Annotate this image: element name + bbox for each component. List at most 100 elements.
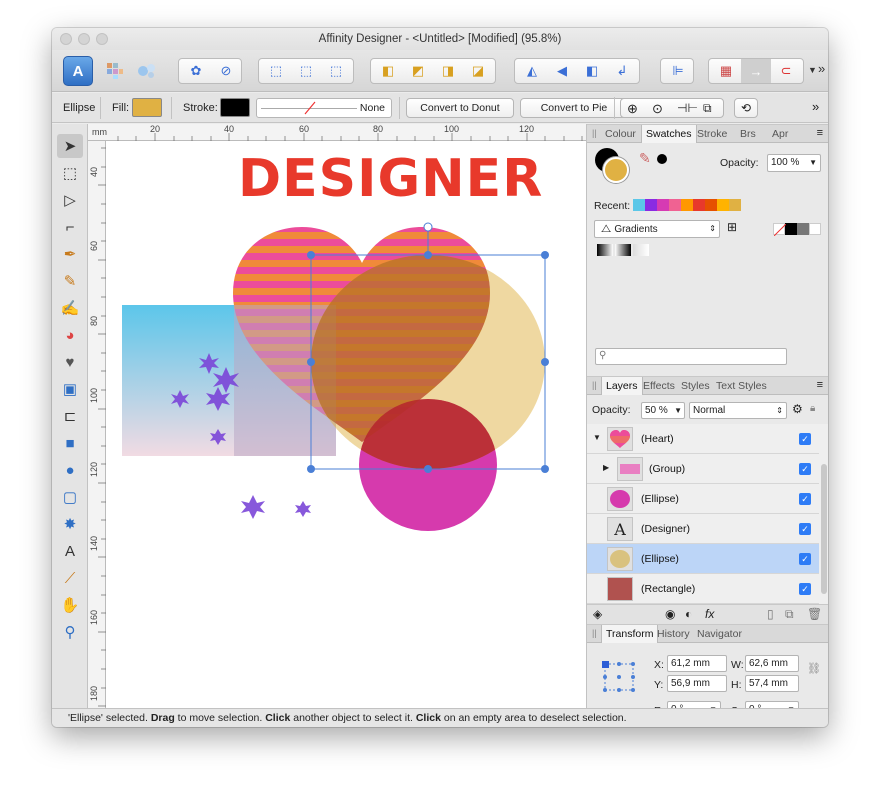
layer-row[interactable]: (Rectangle) ✓ bbox=[587, 574, 819, 604]
recent-color-swatch[interactable] bbox=[693, 199, 705, 211]
layer-row-selected[interactable]: (Ellipse) ✓ bbox=[587, 544, 819, 574]
rotate-selection-icon[interactable]: ⟲ bbox=[734, 98, 758, 118]
recent-color-swatch[interactable] bbox=[705, 199, 717, 211]
transform-origin-icon[interactable]: ⊕ bbox=[627, 101, 638, 117]
align-icon[interactable]: ⊫ bbox=[663, 59, 693, 83]
snapping-arrow-icon[interactable]: → bbox=[741, 59, 771, 83]
layer-visibility-checkbox[interactable]: ✓ bbox=[799, 433, 811, 445]
flip-vertical-icon[interactable]: ◀ bbox=[547, 59, 577, 83]
layer-visibility-checkbox[interactable]: ✓ bbox=[799, 463, 811, 475]
crop-tool-icon[interactable]: ⊏ bbox=[57, 404, 83, 428]
move-to-back-icon[interactable]: ◧ bbox=[373, 59, 403, 83]
zoom-tool-icon[interactable]: ⚲ bbox=[57, 620, 83, 644]
swatch-opacity-field[interactable]: 100 % ▼ bbox=[767, 154, 821, 172]
assistant-icon[interactable]: ✿ bbox=[181, 59, 211, 83]
gradient-swatches[interactable] bbox=[597, 244, 649, 256]
tab-brushes[interactable]: Brs bbox=[736, 125, 760, 143]
layers-stack-icon[interactable]: ◈ bbox=[593, 607, 602, 621]
height-field[interactable]: 57,4 mm bbox=[745, 675, 799, 692]
link-proportions-icon[interactable]: ⛓ bbox=[807, 662, 821, 675]
layer-visibility-checkbox[interactable]: ✓ bbox=[799, 523, 811, 535]
pixel-persona-icon[interactable] bbox=[106, 62, 124, 80]
hand-tool-icon[interactable]: ✋ bbox=[57, 593, 83, 617]
star-tool-icon[interactable]: ✸ bbox=[57, 512, 83, 536]
flip-horizontal-icon[interactable]: ◭ bbox=[517, 59, 547, 83]
fill-stroke-well[interactable] bbox=[595, 148, 635, 184]
view-icon[interactable]: ⊙ bbox=[652, 101, 663, 117]
tab-history[interactable]: History bbox=[653, 625, 694, 643]
tab-swatches[interactable]: Swatches bbox=[641, 125, 697, 143]
fx-icon[interactable]: fx bbox=[705, 607, 714, 621]
convert-to-pie-button[interactable]: Convert to Pie bbox=[520, 98, 628, 118]
recent-color-swatch[interactable] bbox=[669, 199, 681, 211]
tab-layers[interactable]: Layers bbox=[601, 377, 643, 395]
recent-color-swatch[interactable] bbox=[717, 199, 729, 211]
expand-triangle-icon[interactable]: ▶ bbox=[603, 463, 609, 472]
adjustment-icon[interactable]: ◐ bbox=[685, 607, 692, 621]
trash-icon[interactable]: 🗑︎ bbox=[807, 607, 822, 621]
layer-row[interactable]: ▼ (Heart) ✓ bbox=[587, 424, 819, 454]
width-field[interactable]: 62,6 mm bbox=[745, 655, 799, 672]
node-tool-icon[interactable]: ▷ bbox=[57, 188, 83, 212]
rectangle-tool-icon[interactable]: ■ bbox=[57, 431, 83, 455]
tab-effects[interactable]: Effects bbox=[639, 377, 679, 395]
transparency-tool-icon[interactable]: ♥ bbox=[57, 350, 83, 374]
duplicate-layer-icon[interactable]: ⧉ bbox=[785, 607, 794, 622]
rotate-right-icon[interactable]: ↲ bbox=[607, 59, 637, 83]
artboard-tool-icon[interactable]: ⬚ bbox=[57, 161, 83, 185]
insert-behind-icon[interactable]: ⬚ bbox=[291, 59, 321, 83]
move-forward-icon[interactable]: ◨ bbox=[433, 59, 463, 83]
tab-appearance[interactable]: Apr bbox=[768, 125, 792, 143]
fill-tool-icon[interactable]: ◕ bbox=[57, 323, 83, 347]
stroke-color-swatch[interactable] bbox=[220, 98, 250, 117]
distribute-icon[interactable]: ⊣⊢ bbox=[677, 101, 698, 115]
rounded-rectangle-tool-icon[interactable]: ▢ bbox=[57, 485, 83, 509]
convert-to-donut-button[interactable]: Convert to Donut bbox=[406, 98, 514, 118]
eyedropper-icon[interactable]: ✎ bbox=[639, 150, 651, 167]
zoom-window-button[interactable] bbox=[96, 33, 108, 45]
snapping-magnet-icon[interactable]: ⊂ bbox=[771, 59, 801, 83]
layer-row[interactable]: (Ellipse) ✓ bbox=[587, 484, 819, 514]
layer-row[interactable]: ▶ (Group) ✓ bbox=[587, 454, 819, 484]
snapping-icon[interactable]: ⊘ bbox=[211, 59, 241, 83]
insert-inside-icon[interactable]: ⬚ bbox=[261, 59, 291, 83]
transform-object-icon[interactable]: ⬚ bbox=[321, 59, 351, 83]
panel-menu-icon[interactable]: ≡ bbox=[817, 379, 823, 391]
move-to-front-icon[interactable]: ◪ bbox=[463, 59, 493, 83]
pencil-tool-icon[interactable]: ✎ bbox=[57, 269, 83, 293]
move-back-icon[interactable]: ◩ bbox=[403, 59, 433, 83]
tab-styles[interactable]: Styles bbox=[677, 377, 714, 395]
layer-settings-icon[interactable]: ⚙ bbox=[792, 402, 803, 416]
minimize-window-button[interactable] bbox=[78, 33, 90, 45]
close-window-button[interactable] bbox=[60, 33, 72, 45]
recent-color-swatch[interactable] bbox=[633, 199, 645, 211]
mask-icon[interactable]: ◉ bbox=[665, 607, 675, 621]
swatch-search-input[interactable]: ⚲ bbox=[595, 348, 787, 365]
ellipse-tool-icon[interactable]: ● bbox=[57, 458, 83, 482]
recent-color-swatch[interactable] bbox=[681, 199, 693, 211]
layer-visibility-checkbox[interactable]: ✓ bbox=[799, 553, 811, 565]
tab-stroke[interactable]: Stroke bbox=[693, 125, 731, 143]
fill-color-swatch[interactable] bbox=[132, 98, 162, 117]
layer-opacity-field[interactable]: 50 % ▼ bbox=[641, 402, 685, 419]
tab-colour[interactable]: Colour bbox=[601, 125, 640, 143]
text-tool-icon[interactable]: A bbox=[57, 539, 83, 563]
palette-options-icon[interactable]: ⊞ bbox=[727, 220, 737, 234]
selection-box-icon[interactable]: ⧉ bbox=[703, 101, 712, 116]
designer-persona-icon[interactable]: A bbox=[63, 56, 93, 86]
recent-color-swatch[interactable] bbox=[729, 199, 741, 211]
recent-color-swatch[interactable] bbox=[645, 199, 657, 211]
lock-icon[interactable]: 🔒︎ bbox=[810, 403, 815, 414]
context-overflow-icon[interactable]: » bbox=[812, 99, 819, 114]
anchor-point-selector[interactable] bbox=[601, 660, 637, 694]
layer-visibility-checkbox[interactable]: ✓ bbox=[799, 493, 811, 505]
export-persona-icon[interactable] bbox=[137, 62, 157, 80]
color-picker-tool-icon[interactable]: ⟋ bbox=[57, 566, 83, 590]
layers-scrollbar[interactable] bbox=[821, 464, 827, 594]
rotate-left-icon[interactable]: ◧ bbox=[577, 59, 607, 83]
collapse-triangle-icon[interactable]: ▼ bbox=[593, 433, 601, 442]
x-position-field[interactable]: 61,2 mm bbox=[667, 655, 727, 672]
corner-tool-icon[interactable]: ⌐ bbox=[57, 215, 83, 239]
pen-tool-icon[interactable]: ✒ bbox=[57, 242, 83, 266]
layer-visibility-checkbox[interactable]: ✓ bbox=[799, 583, 811, 595]
